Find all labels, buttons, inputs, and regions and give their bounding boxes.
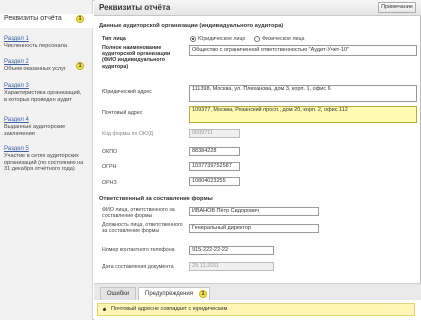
sidebar: Реквизиты отчёта 1 Раздел 1 Численность … <box>0 0 93 320</box>
warning-badge: 1 <box>76 62 84 70</box>
warning-badge: 1 <box>199 290 207 298</box>
radio-physical-person-label: Физическое лица <box>262 36 305 42</box>
sidebar-item-text: Участие в сетях аудиторских организаций … <box>4 153 84 173</box>
sidebar-item-text: Численность персонала <box>4 43 67 49</box>
sidebar-item-section-2[interactable]: Раздел 2 Объем оказанных услуг 1 <box>0 59 93 73</box>
tab-warnings-label: Предупреждения <box>145 291 193 297</box>
section-title-auditor: Данные аудиторской организации (индивиду… <box>99 23 284 29</box>
sidebar-item-text: Характеристика организаций, в которых пр… <box>4 90 82 103</box>
ogrn-label: ОГРН <box>102 164 117 170</box>
sidebar-item-title[interactable]: Раздел 5 <box>4 146 93 153</box>
messages-panel: Почтовый адресне совпадает с юридическим <box>94 300 421 320</box>
postal-address-label: Почтовый адрес <box>102 110 143 116</box>
person-type-label: Тип лица <box>102 36 126 42</box>
okud-label: Код формы по ОКУД <box>102 131 153 137</box>
sidebar-item-text: Выданные аудиторские заключения <box>4 124 66 137</box>
tab-errors[interactable]: Ошибки <box>100 287 136 301</box>
ornz-field[interactable]: 10804023255 <box>189 177 240 186</box>
sidebar-item-section-3[interactable]: Раздел 3 Характеристика организаций, в к… <box>0 83 93 103</box>
sidebar-item-title[interactable]: Раздел 4 <box>4 117 93 124</box>
warning-message: Почтовый адресне совпадает с юридическим <box>97 303 415 316</box>
sidebar-item-title[interactable]: Раздел 1 <box>4 36 93 43</box>
warning-badge: 1 <box>76 15 84 23</box>
radio-legal-entity[interactable] <box>190 36 196 42</box>
sidebar-item-text: Объем оказанных услуг <box>4 66 66 72</box>
radio-legal-entity-label: Юридическое лицо <box>198 36 246 42</box>
full-name-label: Полное наименование аудиторской организа… <box>102 45 171 70</box>
radio-physical-person[interactable] <box>254 36 260 42</box>
sidebar-item-title[interactable]: Раздел 3 <box>4 83 93 90</box>
page-title: Реквизиты отчёта <box>99 3 171 12</box>
main-panel: Реквизиты отчёта Примечание Данные аудит… <box>94 0 421 320</box>
full-name-field[interactable]: Общество с ограниченной ответственностью… <box>189 45 417 56</box>
date-field[interactable]: 29.12.2011 <box>189 262 274 271</box>
ogrn-field[interactable]: 1037739752587 <box>189 162 240 171</box>
fio-field[interactable]: ИВАНОВ Пётр Сидорович <box>189 207 319 216</box>
sidebar-item-section-1[interactable]: Раздел 1 Численность персонала <box>0 36 93 50</box>
position-field[interactable]: Генеральный директор <box>189 224 319 233</box>
fio-label: ФИО лица, ответственного за составление … <box>102 207 175 220</box>
sidebar-item-requisites[interactable]: Реквизиты отчёта 1 <box>0 14 93 28</box>
okpo-label: ОКПО <box>102 149 118 155</box>
ornz-label: ОРНЗ <box>102 180 117 186</box>
okpo-field[interactable]: 88384228 <box>189 147 240 156</box>
phone-field[interactable]: 915-222-22-22 <box>189 246 274 255</box>
postal-address-field[interactable]: 109377, Москва, Рязанский просп., дом 20… <box>189 106 417 123</box>
note-button[interactable]: Примечание <box>378 2 416 13</box>
bottom-tabs: Ошибки Предупреждения 1 <box>94 283 421 302</box>
legal-address-field[interactable]: 111398, Москва, ул. Плеханова, дом 3, ко… <box>189 85 417 102</box>
legal-address-label: Юридический адрес <box>102 89 152 95</box>
position-label: Должность лица, ответственного за состав… <box>102 222 183 235</box>
okud-field: 0609711 <box>189 129 240 138</box>
sidebar-item-section-4[interactable]: Раздел 4 Выданные аудиторские заключения <box>0 117 93 137</box>
sidebar-item-section-5[interactable]: Раздел 5 Участие в сетях аудиторских орг… <box>0 146 93 173</box>
phone-label: Номер контактного телефона <box>102 247 175 253</box>
date-label: Дата составления документа <box>102 264 174 270</box>
section-title-responsible: Ответственный за составление формы <box>99 196 213 202</box>
header-bar: Реквизиты отчёта Примечание <box>94 0 421 16</box>
